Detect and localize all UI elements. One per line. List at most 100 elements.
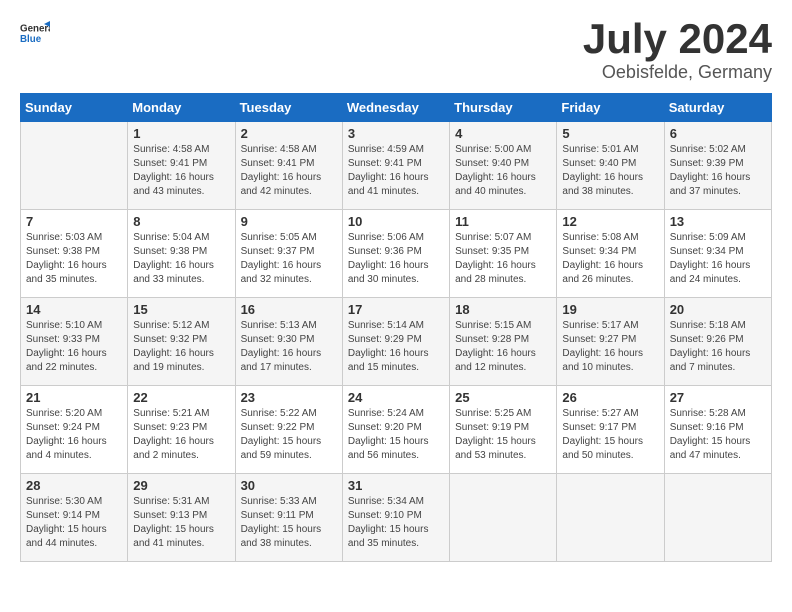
day-number: 17 — [348, 302, 444, 317]
day-info: Sunrise: 4:59 AMSunset: 9:41 PMDaylight:… — [348, 143, 444, 199]
calendar-cell: 8 Sunrise: 5:04 AMSunset: 9:38 PMDaylight… — [128, 210, 235, 298]
calendar-cell: 18Sunrise: 5:15 AMSunset: 9:28 PMDayligh… — [450, 298, 557, 386]
logo-icon: General Blue — [20, 18, 50, 48]
calendar-cell: 3 Sunrise: 4:59 AMSunset: 9:41 PMDaylight… — [342, 122, 449, 210]
calendar-cell: 28Sunrise: 5:30 AMSunset: 9:14 PMDayligh… — [21, 474, 128, 562]
day-info: Sunrise: 5:01 AMSunset: 9:40 PMDaylight:… — [562, 143, 658, 199]
day-number: 18 — [455, 302, 551, 317]
day-info: Sunrise: 5:22 AMSunset: 9:22 PMDaylight:… — [241, 407, 337, 463]
day-number: 1 — [133, 126, 229, 141]
logo: General Blue — [20, 18, 50, 48]
calendar-cell: 1 Sunrise: 4:58 AMSunset: 9:41 PMDaylight… — [128, 122, 235, 210]
day-number: 10 — [348, 214, 444, 229]
calendar-cell: 12 Sunrise: 5:08 AMSunset: 9:34 PMDayligh… — [557, 210, 664, 298]
calendar-cell: 27 Sunrise: 5:28 AMSunset: 9:16 PMDayligh… — [664, 386, 771, 474]
svg-text:Blue: Blue — [20, 34, 42, 45]
day-info: Sunrise: 4:58 AMSunset: 9:41 PMDaylight:… — [133, 143, 229, 199]
calendar-cell: 6Sunrise: 5:02 AMSunset: 9:39 PMDaylight… — [664, 122, 771, 210]
day-info: Sunrise: 5:00 AMSunset: 9:40 PMDaylight:… — [455, 143, 551, 199]
day-info: Sunrise: 5:09 AMSunset: 9:34 PMDaylight:… — [670, 231, 766, 287]
day-number: 30 — [241, 478, 337, 493]
calendar-cell: 30 Sunrise: 5:33 AMSunset: 9:11 PMDayligh… — [235, 474, 342, 562]
day-info: Sunrise: 5:33 AMSunset: 9:11 PMDaylight:… — [241, 495, 337, 551]
week-row-2: 7 Sunrise: 5:03 AMSunset: 9:38 PMDaylight… — [21, 210, 772, 298]
week-row-4: 21 Sunrise: 5:20 AMSunset: 9:24 PMDayligh… — [21, 386, 772, 474]
calendar-cell: 29 Sunrise: 5:31 AMSunset: 9:13 PMDayligh… — [128, 474, 235, 562]
day-number: 7 — [26, 214, 122, 229]
day-info: Sunrise: 5:02 AMSunset: 9:39 PMDaylight:… — [670, 143, 766, 199]
calendar-cell: 2 Sunrise: 4:58 AMSunset: 9:41 PMDaylight… — [235, 122, 342, 210]
day-info: Sunrise: 5:10 AMSunset: 9:33 PMDaylight:… — [26, 319, 122, 375]
calendar-cell: 9Sunrise: 5:05 AMSunset: 9:37 PMDaylight… — [235, 210, 342, 298]
month-title: July 2024 — [583, 18, 772, 60]
day-info: Sunrise: 5:18 AMSunset: 9:26 PMDaylight:… — [670, 319, 766, 375]
day-info: Sunrise: 5:12 AMSunset: 9:32 PMDaylight:… — [133, 319, 229, 375]
day-info: Sunrise: 5:24 AMSunset: 9:20 PMDaylight:… — [348, 407, 444, 463]
calendar-cell — [450, 474, 557, 562]
weekday-header-row: Sunday Monday Tuesday Wednesday Thursday… — [21, 94, 772, 122]
calendar-cell: 21 Sunrise: 5:20 AMSunset: 9:24 PMDayligh… — [21, 386, 128, 474]
calendar-cell: 14 Sunrise: 5:10 AMSunset: 9:33 PMDayligh… — [21, 298, 128, 386]
calendar-cell: 23Sunrise: 5:22 AMSunset: 9:22 PMDayligh… — [235, 386, 342, 474]
title-block: July 2024 Oebisfelde, Germany — [583, 18, 772, 83]
day-number: 11 — [455, 214, 551, 229]
day-number: 28 — [26, 478, 122, 493]
day-info: Sunrise: 5:28 AMSunset: 9:16 PMDaylight:… — [670, 407, 766, 463]
day-number: 21 — [26, 390, 122, 405]
day-number: 19 — [562, 302, 658, 317]
day-number: 15 — [133, 302, 229, 317]
day-number: 24 — [348, 390, 444, 405]
calendar-cell: 10Sunrise: 5:06 AMSunset: 9:36 PMDayligh… — [342, 210, 449, 298]
day-number: 4 — [455, 126, 551, 141]
day-number: 8 — [133, 214, 229, 229]
day-info: Sunrise: 5:03 AMSunset: 9:38 PMDaylight:… — [26, 231, 122, 287]
week-row-5: 28Sunrise: 5:30 AMSunset: 9:14 PMDayligh… — [21, 474, 772, 562]
header-sunday: Sunday — [21, 94, 128, 122]
day-number: 2 — [241, 126, 337, 141]
day-info: Sunrise: 5:08 AMSunset: 9:34 PMDaylight:… — [562, 231, 658, 287]
day-info: Sunrise: 5:31 AMSunset: 9:13 PMDaylight:… — [133, 495, 229, 551]
calendar-table: Sunday Monday Tuesday Wednesday Thursday… — [20, 93, 772, 562]
day-info: Sunrise: 5:20 AMSunset: 9:24 PMDaylight:… — [26, 407, 122, 463]
day-number: 5 — [562, 126, 658, 141]
day-number: 26 — [562, 390, 658, 405]
calendar-cell: 5 Sunrise: 5:01 AMSunset: 9:40 PMDaylight… — [557, 122, 664, 210]
day-number: 20 — [670, 302, 766, 317]
day-info: Sunrise: 5:27 AMSunset: 9:17 PMDaylight:… — [562, 407, 658, 463]
calendar-cell: 19Sunrise: 5:17 AMSunset: 9:27 PMDayligh… — [557, 298, 664, 386]
day-info: Sunrise: 5:25 AMSunset: 9:19 PMDaylight:… — [455, 407, 551, 463]
svg-text:General: General — [20, 24, 50, 35]
day-info: Sunrise: 5:21 AMSunset: 9:23 PMDaylight:… — [133, 407, 229, 463]
calendar-cell: 26 Sunrise: 5:27 AMSunset: 9:17 PMDayligh… — [557, 386, 664, 474]
day-info: Sunrise: 5:14 AMSunset: 9:29 PMDaylight:… — [348, 319, 444, 375]
calendar-cell: 24 Sunrise: 5:24 AMSunset: 9:20 PMDayligh… — [342, 386, 449, 474]
calendar-cell: 31Sunrise: 5:34 AMSunset: 9:10 PMDayligh… — [342, 474, 449, 562]
day-info: Sunrise: 5:13 AMSunset: 9:30 PMDaylight:… — [241, 319, 337, 375]
day-info: Sunrise: 5:34 AMSunset: 9:10 PMDaylight:… — [348, 495, 444, 551]
calendar-cell: 11 Sunrise: 5:07 AMSunset: 9:35 PMDayligh… — [450, 210, 557, 298]
day-number: 9 — [241, 214, 337, 229]
calendar-cell: 4 Sunrise: 5:00 AMSunset: 9:40 PMDaylight… — [450, 122, 557, 210]
page-container: General Blue July 2024 Oebisfelde, Germa… — [0, 0, 792, 572]
calendar-cell: 22 Sunrise: 5:21 AMSunset: 9:23 PMDayligh… — [128, 386, 235, 474]
day-number: 27 — [670, 390, 766, 405]
day-info: Sunrise: 5:04 AMSunset: 9:38 PMDaylight:… — [133, 231, 229, 287]
day-number: 22 — [133, 390, 229, 405]
day-number: 12 — [562, 214, 658, 229]
day-info: Sunrise: 4:58 AMSunset: 9:41 PMDaylight:… — [241, 143, 337, 199]
day-number: 29 — [133, 478, 229, 493]
week-row-3: 14 Sunrise: 5:10 AMSunset: 9:33 PMDayligh… — [21, 298, 772, 386]
calendar-cell: 15 Sunrise: 5:12 AMSunset: 9:32 PMDayligh… — [128, 298, 235, 386]
header-monday: Monday — [128, 94, 235, 122]
calendar-cell — [21, 122, 128, 210]
calendar-cell: 13 Sunrise: 5:09 AMSunset: 9:34 PMDayligh… — [664, 210, 771, 298]
header-tuesday: Tuesday — [235, 94, 342, 122]
calendar-cell: 25Sunrise: 5:25 AMSunset: 9:19 PMDayligh… — [450, 386, 557, 474]
day-info: Sunrise: 5:07 AMSunset: 9:35 PMDaylight:… — [455, 231, 551, 287]
day-number: 13 — [670, 214, 766, 229]
header-friday: Friday — [557, 94, 664, 122]
calendar-cell: 7 Sunrise: 5:03 AMSunset: 9:38 PMDaylight… — [21, 210, 128, 298]
day-number: 14 — [26, 302, 122, 317]
day-number: 3 — [348, 126, 444, 141]
week-row-1: 1 Sunrise: 4:58 AMSunset: 9:41 PMDaylight… — [21, 122, 772, 210]
